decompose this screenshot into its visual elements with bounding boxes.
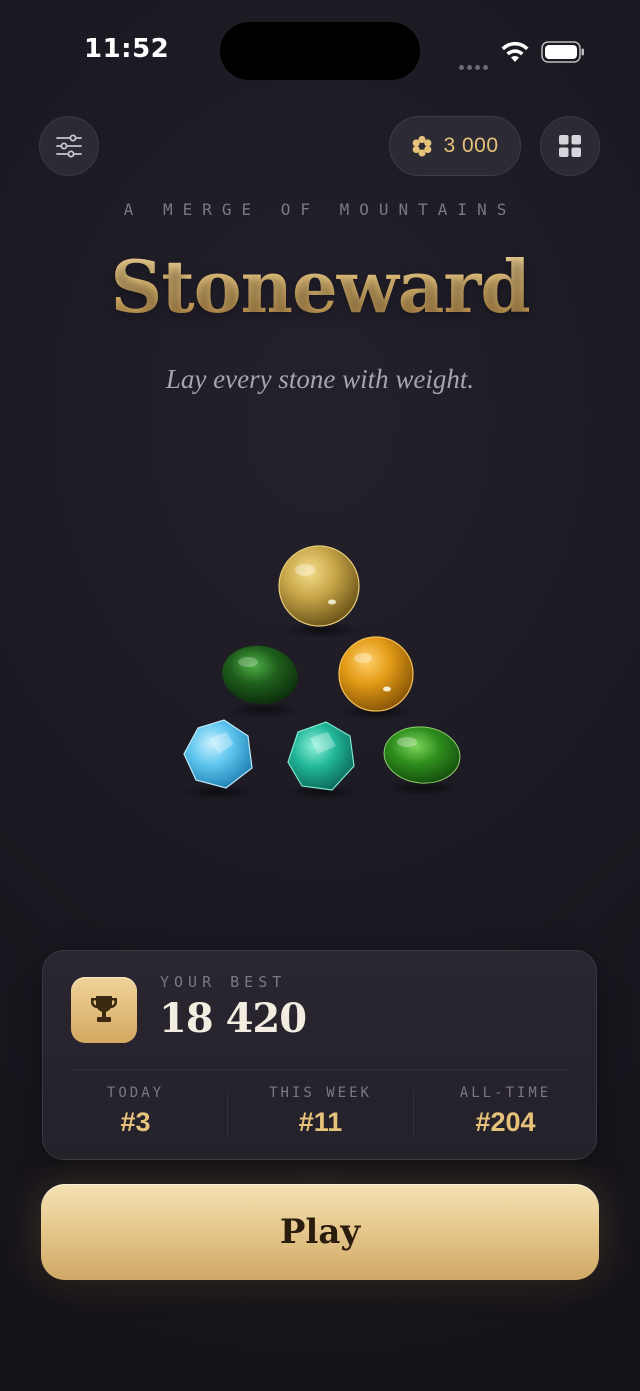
rank-all-time: ALL-TIME #204 <box>413 1085 598 1138</box>
honeycomb-icon <box>413 135 432 157</box>
best-score-card: YOUR BEST 18 420 TODAY #3 THIS WEEK #11 … <box>42 950 597 1160</box>
best-score-value: 18 420 <box>159 995 307 1042</box>
best-score-label: YOUR BEST <box>160 973 287 991</box>
dynamic-island <box>220 22 420 80</box>
trophy-icon <box>91 996 117 1022</box>
game-title: Stoneward <box>0 244 640 329</box>
settings-button[interactable] <box>39 116 99 176</box>
stones-illustration <box>182 545 461 800</box>
battery-icon <box>541 41 584 63</box>
gold-orb <box>278 545 360 627</box>
play-button-label: Play <box>279 1212 361 1252</box>
game-subtitle: Lay every stone with weight. <box>165 364 475 394</box>
wifi-icon <box>501 41 529 62</box>
rank-today: TODAY #3 <box>43 1085 228 1138</box>
rank-label: TODAY <box>106 1085 165 1101</box>
rank-this-week: THIS WEEK #11 <box>228 1085 413 1138</box>
rank-value: #11 <box>298 1107 343 1137</box>
coin-count: 3 000 <box>443 134 499 157</box>
tagline-kicker: A MERGE OF MOUNTAINS <box>123 200 517 219</box>
green-stone <box>383 726 461 784</box>
play-button[interactable]: Play <box>41 1184 599 1280</box>
rank-label: THIS WEEK <box>269 1085 372 1101</box>
cellular-signal-icon <box>459 55 491 70</box>
grid-icon <box>559 135 581 157</box>
amber-orb <box>338 636 414 712</box>
sliders-icon <box>56 134 82 158</box>
card-divider <box>71 1069 568 1070</box>
dark-green-stone <box>222 645 298 705</box>
trophy-badge <box>71 977 137 1043</box>
teal-hexagon <box>287 721 355 791</box>
sky-hexagon <box>183 719 253 789</box>
menu-grid-button[interactable] <box>540 116 600 176</box>
status-time: 11:52 <box>84 34 170 64</box>
rank-value: #204 <box>475 1107 536 1137</box>
coin-balance-pill[interactable]: 3 000 <box>389 116 521 176</box>
rank-label: ALL-TIME <box>459 1085 552 1101</box>
rank-value: #3 <box>120 1107 151 1137</box>
status-bar: 11:52 <box>0 0 640 100</box>
